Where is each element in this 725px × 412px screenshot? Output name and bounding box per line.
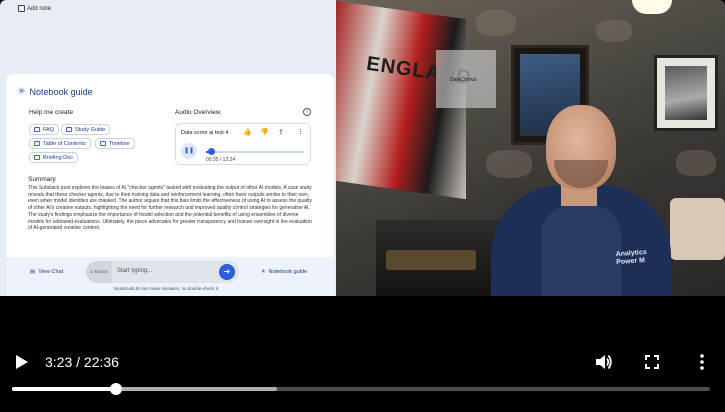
chip-label: Briefing Doc: [43, 154, 73, 161]
player-controls: 3:23 / 22:36: [0, 296, 725, 412]
more-vert-icon: [700, 354, 704, 370]
time-display: 3:23 / 22:36: [45, 354, 119, 370]
fullscreen-button[interactable]: [645, 355, 659, 369]
sparkle-icon: ✳: [18, 86, 26, 96]
wall-stone: [486, 150, 532, 178]
chip-briefing-doc: Briefing Doc: [29, 152, 78, 163]
chip-timeline: Timeline: [95, 138, 135, 149]
video-player[interactable]: Add note ✳ Notebook guide Help me create…: [0, 0, 725, 412]
chip-faq: FAQ: [29, 124, 60, 135]
screen-share-pane: Add note ✳ Notebook guide Help me create…: [0, 0, 336, 296]
notebook-guide-button: ✳ Notebook guide: [261, 269, 307, 275]
sparkle-icon: ✳: [261, 269, 266, 275]
view-chat-label: View Chat: [38, 269, 64, 275]
source-count: 1 source: [86, 261, 112, 283]
notebook-guide-title: ✳ Notebook guide: [18, 86, 93, 97]
notebook-guide-label: Notebook guide: [268, 269, 308, 275]
volume-button[interactable]: [595, 353, 613, 371]
doc-icon: [34, 155, 40, 160]
info-icon: i: [303, 108, 311, 116]
share-icon: ⇪: [278, 129, 284, 136]
chat-input: 1 source Start typing... ➔: [86, 261, 239, 283]
chat-bar: ▤ View Chat 1 source Start typing... ➔ ✳…: [6, 257, 334, 296]
webcam-name-label: DataChorus: [436, 50, 496, 108]
wall-stone: [596, 20, 632, 42]
audio-time: 00:35 / 12:24: [206, 157, 236, 163]
chip-label: Timeline: [109, 140, 130, 147]
doc-icon: [100, 141, 106, 146]
pause-icon: ❚❚: [181, 143, 197, 159]
thumbs-up-icon: 👍: [243, 129, 252, 136]
person-shirt: [541, 205, 621, 296]
chip-label: FAQ: [43, 126, 55, 133]
thumbs-down-icon: 👎: [260, 129, 269, 136]
summary-text: This Substack post explores the biases o…: [28, 185, 312, 232]
pillow: [670, 198, 725, 260]
view-chat-button: ▤ View Chat: [30, 269, 63, 275]
chip-study-guide: Study Guide: [61, 124, 111, 135]
help-me-create-title: Help me create: [29, 109, 74, 116]
wall-stone: [476, 10, 516, 36]
ceiling-lamp: [632, 0, 672, 14]
more-vert-icon: ⋮: [297, 129, 304, 136]
guitar-pedals: [386, 250, 476, 270]
fullscreen-icon: [645, 355, 659, 369]
play-button[interactable]: [16, 355, 28, 369]
chat-placeholder: Start typing...: [117, 268, 153, 274]
chat-icon: ▤: [30, 269, 36, 275]
audio-progress-knob: [207, 148, 215, 155]
seek-bar-knob[interactable]: [110, 383, 123, 395]
picture-art: [665, 66, 707, 120]
add-note-label: Add note: [27, 5, 52, 12]
disclaimer: NotebookLM can make mistakes, so double-…: [114, 286, 220, 291]
notes-area: [0, 20, 336, 75]
seek-bar[interactable]: [12, 383, 710, 395]
more-options-button[interactable]: [695, 353, 709, 371]
play-icon: [16, 355, 28, 369]
summary-title: Summary: [28, 176, 56, 183]
audio-overview-title: Audio Overview: [175, 109, 221, 116]
wall-stone: [676, 150, 716, 176]
notebook-guide-title-text: Notebook guide: [29, 86, 93, 97]
shirt-logo: Analytics Power M: [615, 249, 647, 267]
doc-icon: [34, 127, 40, 132]
doc-icon: [34, 141, 40, 146]
audio-progress-track: [206, 151, 304, 153]
note-icon: [18, 5, 25, 12]
doc-icon: [66, 127, 72, 132]
chip-label: Study Guide: [75, 126, 106, 133]
send-icon: ➔: [219, 264, 235, 280]
chip-table-of-contents: Table of Contents: [29, 138, 91, 149]
audio-overview-card: Data score ai test 4 👍 👎 ⇪ ⋮ ❚❚ 00:35 / …: [175, 123, 311, 165]
volume-icon: [596, 354, 612, 370]
seek-bar-played: [12, 387, 117, 391]
webcam-pane: ENGLAND DataChorus Analytics Power M: [336, 0, 725, 296]
audio-overview-name: Data score ai test 4: [181, 130, 229, 136]
chip-label: Table of Contents: [43, 140, 86, 147]
wall-picture: [654, 55, 718, 131]
add-note-button: Add note: [18, 5, 51, 12]
